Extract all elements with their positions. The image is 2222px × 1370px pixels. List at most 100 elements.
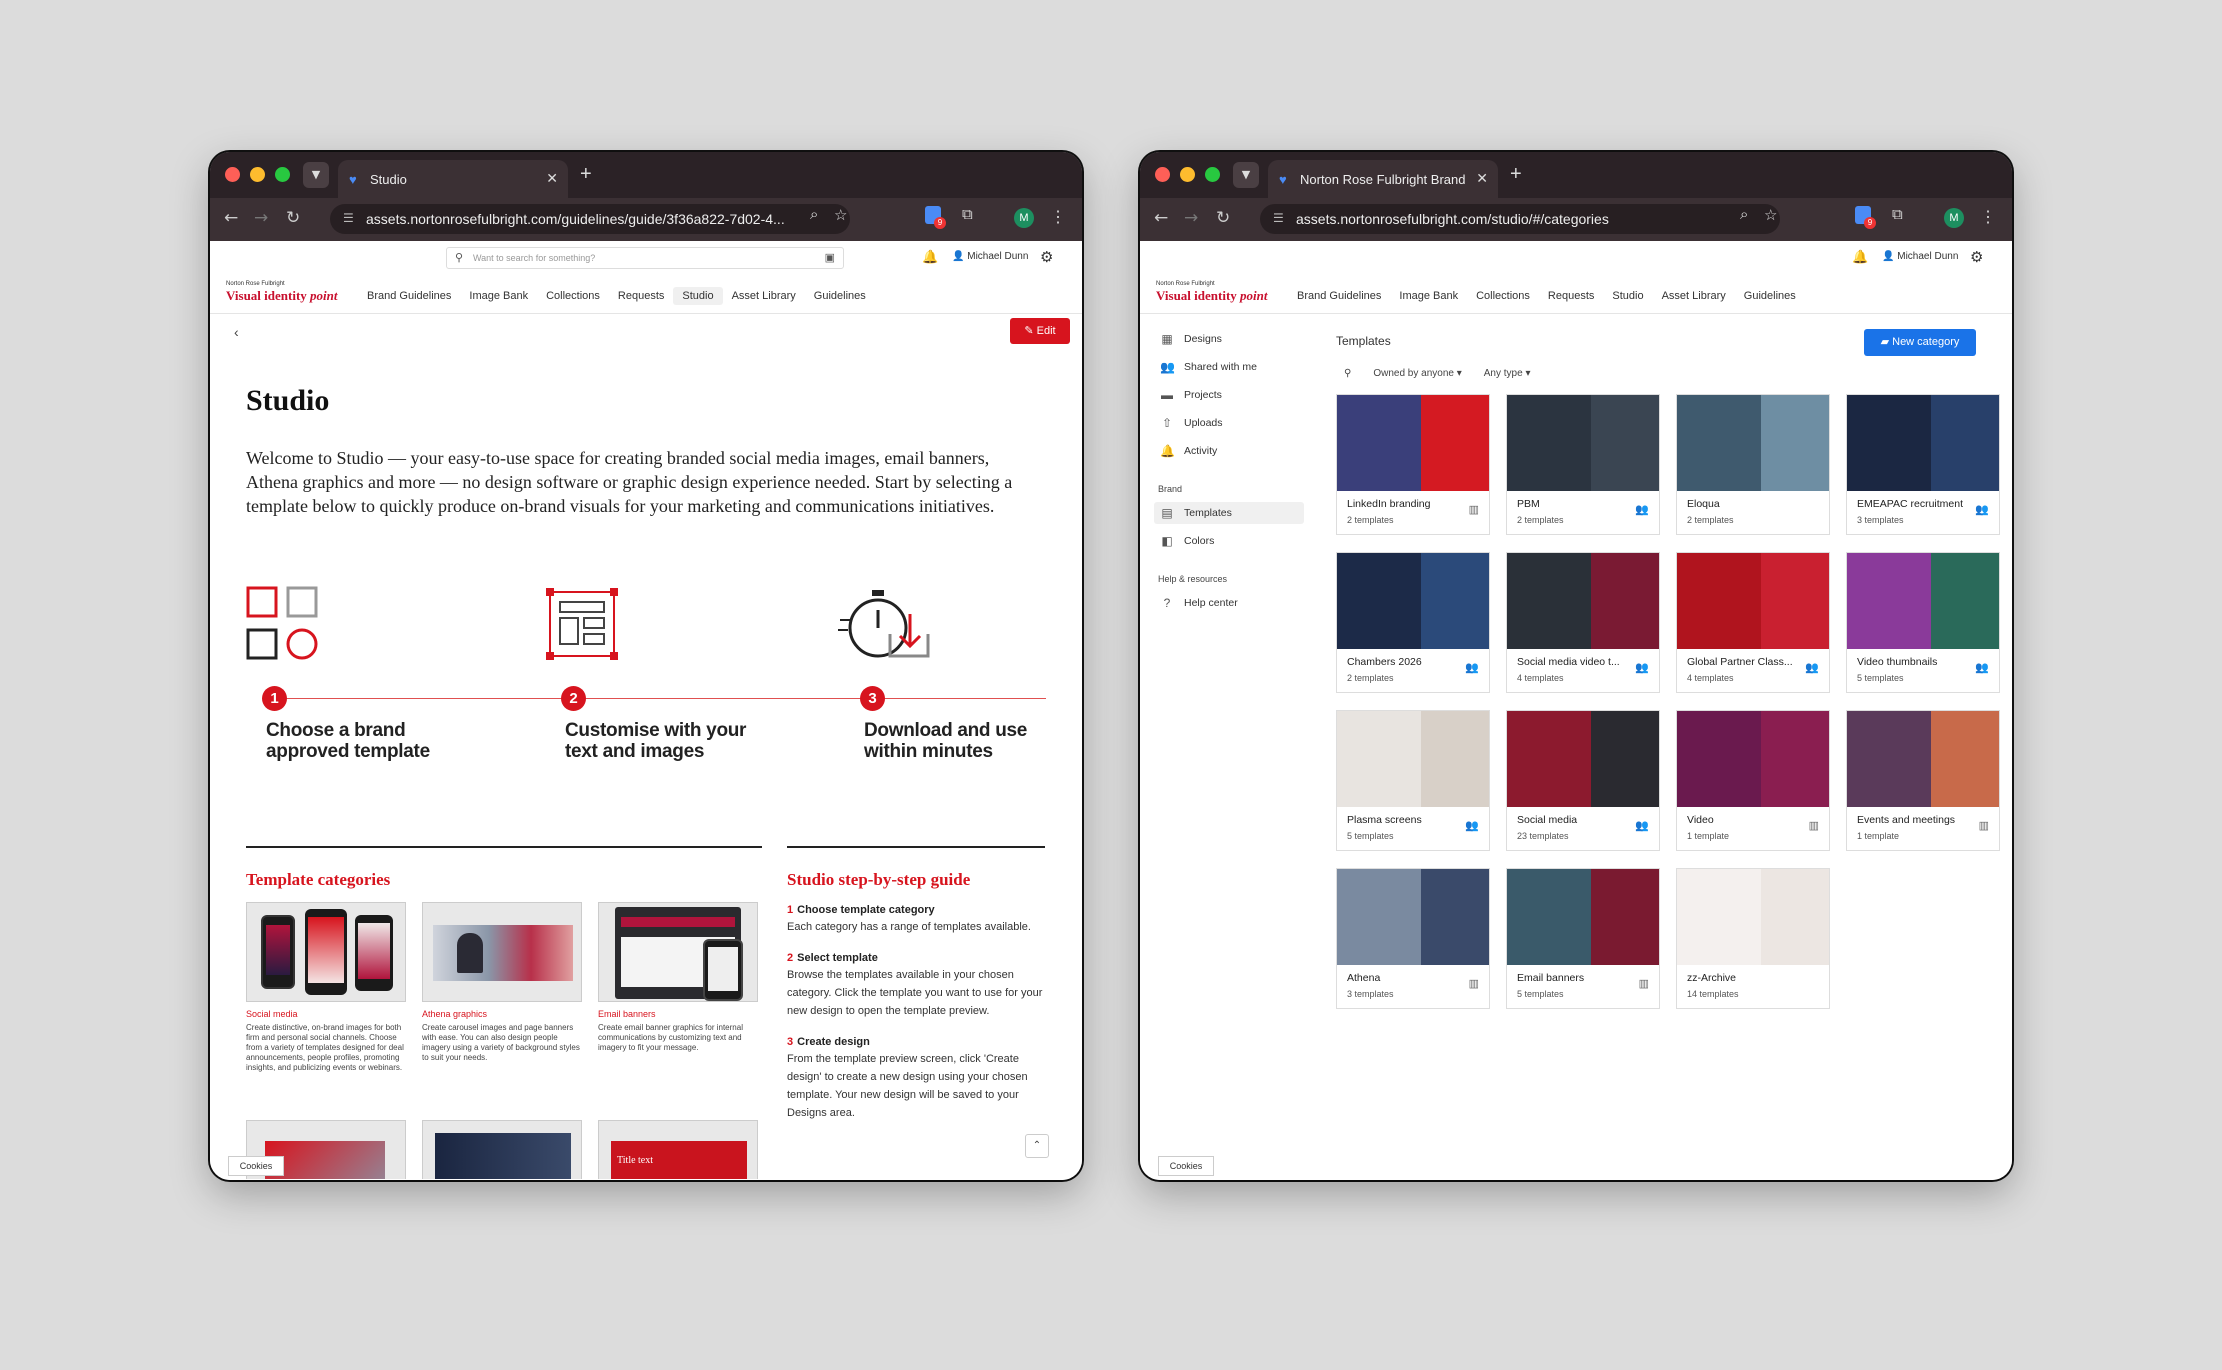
nav-brand-guidelines[interactable]: Brand Guidelines [358,287,460,305]
profile-avatar[interactable]: M [1944,208,1964,228]
scroll-to-top-chevron-icon[interactable]: ⌃ [1025,1134,1049,1158]
sidebar-item-templates[interactable]: ▤ Templates [1154,502,1304,524]
sidebar-item-shared[interactable]: 👥 Shared with me [1154,356,1304,378]
maximize-window-button[interactable] [1205,167,1220,182]
extension-icon[interactable]: 9 [1855,206,1876,229]
image-search-icon[interactable]: ▣ [825,251,835,264]
extensions-puzzle-icon[interactable]: ⧉ [1892,206,1903,223]
close-window-button[interactable] [225,167,240,182]
template-category-card[interactable]: LinkedIn branding 2 templates ▥ [1336,394,1490,535]
visual-identity-point-logo[interactable]: Norton Rose Fulbright Visual identity po… [226,281,338,305]
category-card-athena-graphics[interactable]: Athena graphics Create carousel images a… [422,902,582,1063]
cookies-button[interactable]: Cookies [228,1156,284,1176]
browser-menu-kebab-icon[interactable]: ⋮ [1980,207,1996,227]
nav-asset-library[interactable]: Asset Library [723,287,805,305]
sidebar-item-colors[interactable]: ◧ Colors [1154,530,1304,552]
filter-search-icon[interactable]: ⚲ [1344,368,1351,379]
forward-arrow-icon[interactable]: → [1184,208,1198,228]
template-category-card[interactable]: Social media video t... 4 templates 👥 [1506,552,1660,693]
notifications-bell-icon[interactable]: 🔔 [1852,249,1868,265]
template-category-card[interactable]: Eloqua 2 templates [1676,394,1830,535]
sidebar-item-help-center[interactable]: ? Help center [1154,592,1304,614]
template-thumbnail[interactable] [1337,869,1489,965]
nav-guidelines[interactable]: Guidelines [805,287,875,305]
settings-gear-icon[interactable]: ⚙ [1040,248,1053,266]
nav-requests[interactable]: Requests [1539,287,1603,305]
site-settings-icon[interactable]: ☰ [1273,211,1284,225]
tab-search-chevron-icon[interactable]: ▼ [1233,162,1259,188]
nav-brand-guidelines[interactable]: Brand Guidelines [1288,287,1390,305]
template-category-card[interactable]: Chambers 2026 2 templates 👥 [1336,552,1490,693]
nav-collections[interactable]: Collections [1467,287,1539,305]
category-card[interactable]: Title text [598,1120,758,1179]
category-title[interactable]: Athena graphics [422,1009,582,1019]
minimize-window-button[interactable] [1180,167,1195,182]
category-card-email-banners[interactable]: Email banners Create email banner graphi… [598,902,758,1053]
reload-icon[interactable]: ↻ [1216,208,1230,228]
sidebar-item-designs[interactable]: ▦ Designs [1154,328,1304,350]
category-thumbnail[interactable] [246,902,406,1002]
owner-filter-dropdown[interactable]: Owned by anyone ▾ [1373,368,1461,379]
template-category-card[interactable]: EMEAPAC recruitment 3 templates 👥 [1846,394,2000,535]
template-thumbnail[interactable] [1337,395,1489,491]
template-thumbnail[interactable] [1507,869,1659,965]
template-thumbnail[interactable] [1847,711,1999,807]
template-thumbnail[interactable] [1507,711,1659,807]
close-tab-icon[interactable]: ✕ [546,170,558,187]
template-thumbnail[interactable] [1847,553,1999,649]
category-thumbnail[interactable] [598,902,758,1002]
bookmark-star-icon[interactable]: ☆ [834,206,847,224]
extension-icon[interactable]: 9 [925,206,946,229]
close-tab-icon[interactable]: ✕ [1472,170,1488,187]
sidebar-item-uploads[interactable]: ⇧ Uploads [1154,412,1304,434]
address-bar[interactable]: ☰ assets.nortonrosefulbright.com/guideli… [330,204,850,234]
back-chevron-icon[interactable]: ‹ [234,324,239,340]
template-category-card[interactable]: PBM 2 templates 👥 [1506,394,1660,535]
search-input[interactable]: ⚲ Want to search for something? ▣ [446,247,844,269]
cookies-button[interactable]: Cookies [1158,1156,1214,1176]
back-arrow-icon[interactable]: ← [224,208,238,228]
template-category-card[interactable]: zz-Archive 14 templates [1676,868,1830,1009]
nav-requests[interactable]: Requests [609,287,673,305]
template-category-card[interactable]: Video 1 template ▥ [1676,710,1830,851]
notifications-bell-icon[interactable]: 🔔 [922,249,938,265]
category-thumbnail[interactable] [422,902,582,1002]
settings-gear-icon[interactable]: ⚙ [1970,248,1983,266]
template-category-card[interactable]: Global Partner Class... 4 templates 👥 [1676,552,1830,693]
browser-tab[interactable]: ♥ Norton Rose Fulbright Brand ✕ [1268,160,1498,198]
address-bar[interactable]: ☰ assets.nortonrosefulbright.com/studio/… [1260,204,1780,234]
template-thumbnail[interactable] [1847,395,1999,491]
forward-arrow-icon[interactable]: → [254,208,268,228]
tab-search-chevron-icon[interactable]: ▼ [303,162,329,188]
user-menu[interactable]: 👤 Michael Dunn [1882,251,1958,262]
type-filter-dropdown[interactable]: Any type ▾ [1484,368,1531,379]
extensions-puzzle-icon[interactable]: ⧉ [962,206,973,223]
zoom-search-icon[interactable]: ⌕ [1740,206,1748,223]
visual-identity-point-logo[interactable]: Norton Rose Fulbright Visual identity po… [1156,281,1268,305]
template-category-card[interactable]: Video thumbnails 5 templates 👥 [1846,552,2000,693]
template-thumbnail[interactable] [1507,553,1659,649]
template-category-card[interactable]: Email banners 5 templates ▥ [1506,868,1660,1009]
sidebar-item-activity[interactable]: 🔔 Activity [1154,440,1304,462]
new-category-button[interactable]: ▰ New category [1864,329,1976,356]
category-card-social-media[interactable]: Social media Create distinctive, on-bran… [246,902,406,1073]
template-thumbnail[interactable] [1337,553,1489,649]
template-category-card[interactable]: Plasma screens 5 templates 👥 [1336,710,1490,851]
nav-image-bank[interactable]: Image Bank [460,287,537,305]
new-tab-plus-icon[interactable]: + [1510,163,1522,186]
reload-icon[interactable]: ↻ [286,208,300,228]
template-thumbnail[interactable] [1677,869,1829,965]
browser-menu-kebab-icon[interactable]: ⋮ [1050,207,1066,227]
template-category-card[interactable]: Events and meetings 1 template ▥ [1846,710,2000,851]
back-arrow-icon[interactable]: ← [1154,208,1168,228]
nav-studio[interactable]: Studio [673,287,723,305]
site-settings-icon[interactable]: ☰ [343,211,354,225]
template-thumbnail[interactable] [1337,711,1489,807]
template-thumbnail[interactable] [1677,395,1829,491]
nav-collections[interactable]: Collections [537,287,609,305]
user-menu[interactable]: 👤 Michael Dunn [952,251,1028,262]
nav-guidelines[interactable]: Guidelines [1735,287,1805,305]
category-title[interactable]: Email banners [598,1009,758,1019]
new-tab-plus-icon[interactable]: + [580,163,592,186]
template-category-card[interactable]: Social media 23 templates 👥 [1506,710,1660,851]
